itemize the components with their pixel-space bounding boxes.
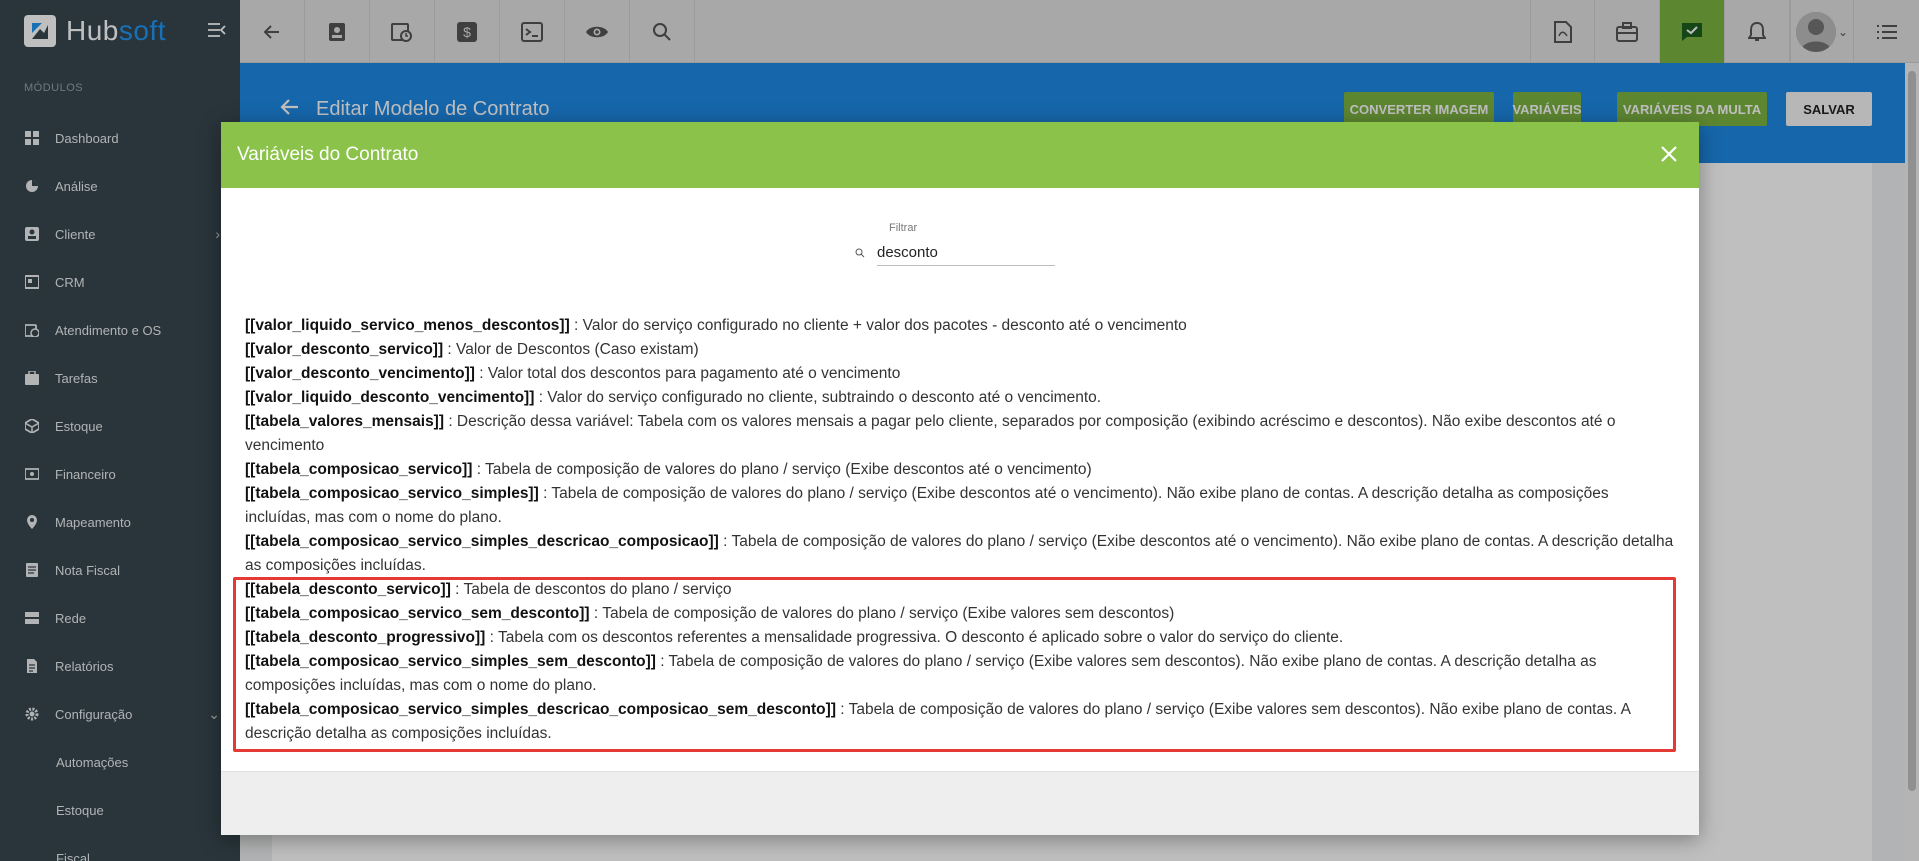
variable-name: [[valor_liquido_servico_menos_descontos]… (245, 317, 570, 334)
variable-item: [[valor_desconto_servico]] : Valor de De… (245, 338, 1675, 362)
variable-description: : Tabela de composição de valores do pla… (472, 461, 1092, 478)
variable-name: [[tabela_composicao_servico]] (245, 461, 473, 478)
modal-footer (221, 771, 1699, 835)
variable-description: : Valor do serviço configurado no client… (569, 317, 1187, 334)
modal-header: Variáveis do Contrato (221, 122, 1699, 188)
variable-item: [[valor_liquido_desconto_vencimento]] : … (245, 386, 1675, 410)
variable-item: [[valor_desconto_vencimento]] : Valor to… (245, 362, 1675, 386)
variable-item: [[tabela_valores_mensais]] : Descrição d… (245, 410, 1675, 458)
variables-modal: Variáveis do Contrato Filtrar [[valor_li… (221, 122, 1699, 835)
filter-input[interactable] (877, 240, 1055, 266)
highlight-box (233, 577, 1676, 752)
close-icon (1661, 146, 1677, 162)
variable-name: [[tabela_valores_mensais]] (245, 413, 445, 430)
close-button[interactable] (1655, 140, 1683, 168)
modal-title: Variáveis do Contrato (237, 144, 419, 165)
variable-description: : Valor do serviço configurado no client… (534, 389, 1102, 406)
filter-label: Filtrar (889, 222, 918, 234)
search-icon (855, 248, 865, 258)
variable-item: [[tabela_composicao_servico]] : Tabela d… (245, 458, 1675, 482)
variable-name: [[valor_desconto_servico]] (245, 341, 444, 358)
variable-name: [[tabela_composicao_servico_simples_desc… (245, 533, 719, 550)
variable-description: : Valor de Descontos (Caso existam) (443, 341, 699, 358)
variable-name: [[tabela_composicao_servico_simples]] (245, 485, 539, 502)
variable-item: [[tabela_composicao_servico_simples]] : … (245, 482, 1675, 530)
variable-item: [[tabela_composicao_servico_simples_desc… (245, 530, 1675, 578)
variable-name: [[valor_desconto_vencimento]] (245, 365, 475, 382)
variable-description: : Descrição dessa variável: Tabela com o… (245, 413, 1616, 454)
variable-name: [[valor_liquido_desconto_vencimento]] (245, 389, 535, 406)
variable-item: [[valor_liquido_servico_menos_descontos]… (245, 314, 1675, 338)
filter-field: Filtrar (855, 222, 1055, 266)
variable-description: : Valor total dos descontos para pagamen… (474, 365, 901, 382)
